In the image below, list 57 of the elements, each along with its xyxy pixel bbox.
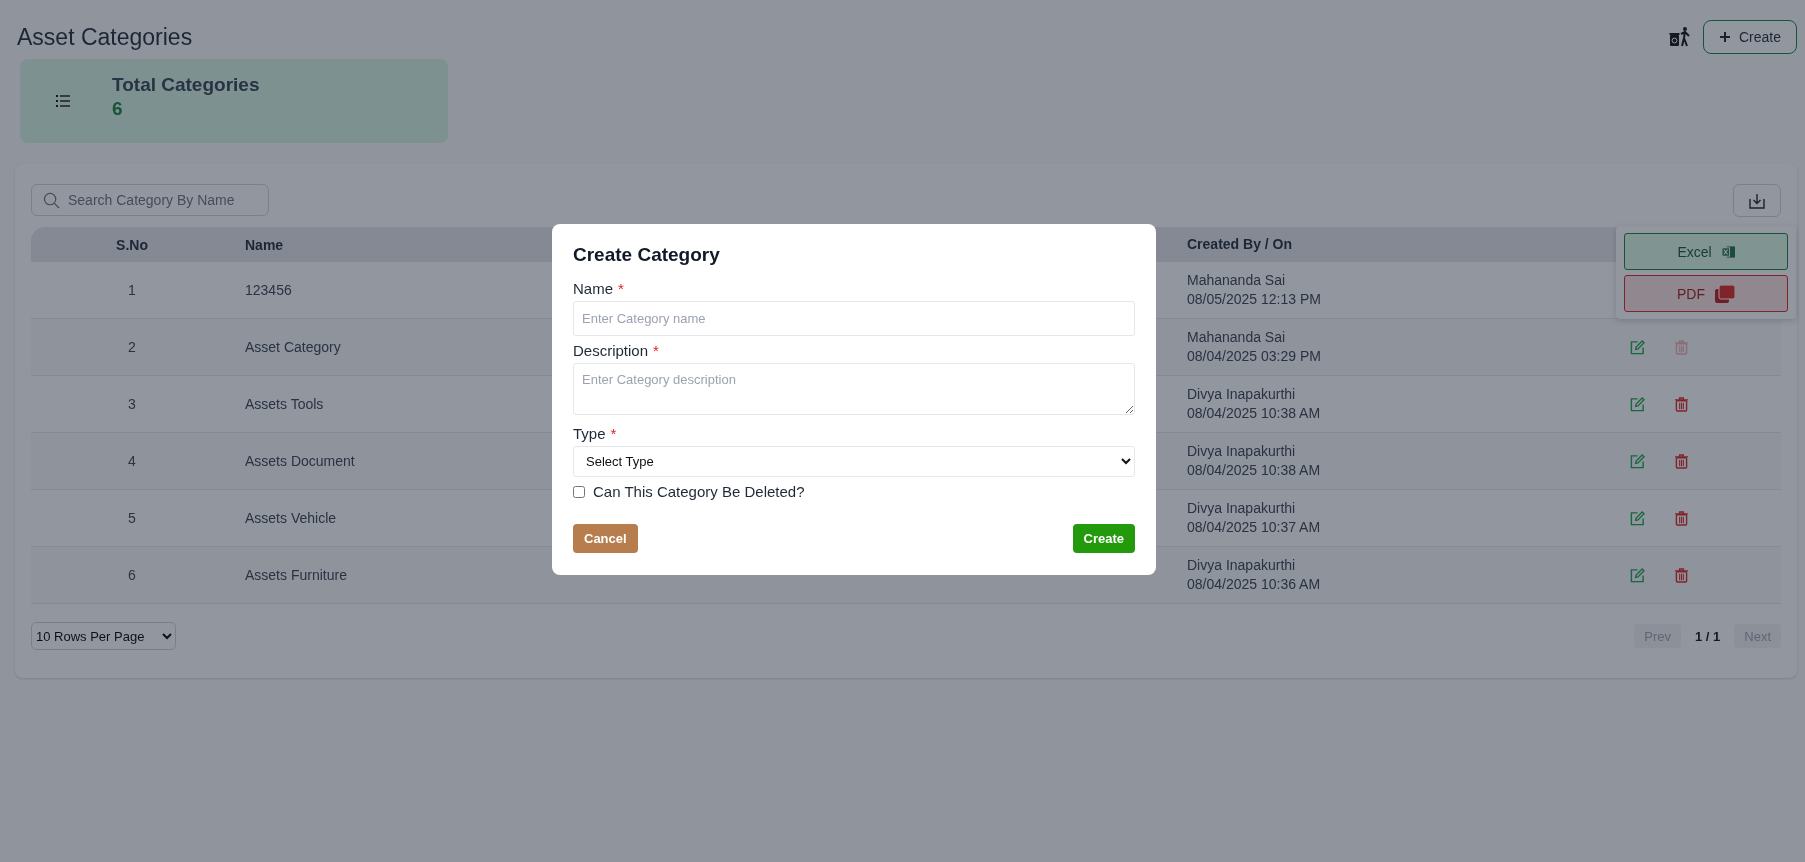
name-input[interactable]: Enter Category name [573,301,1135,336]
edit-icon[interactable] [1630,453,1645,469]
field-label: Description [573,342,649,359]
column-header: Created By / On [1187,236,1293,252]
table-cell: 3 [31,375,233,433]
summary-label: Total Categories [112,74,260,96]
table-cell: 2 [31,318,233,376]
created-date: 08/04/2025 10:36 AM [1187,575,1322,594]
created-date: 08/04/2025 10:37 AM [1187,518,1322,537]
creator-name: Divya Inapakurthi [1187,385,1297,404]
table-cell: 4 [31,432,233,490]
search-field[interactable]: Search Category By Name [31,184,269,216]
type-select[interactable]: Select Type [573,446,1135,477]
creator-name: Mahananda Sai [1187,271,1287,290]
delete-icon[interactable] [1675,396,1688,412]
excel-export-button[interactable]: Excel [1624,233,1788,270]
page-title: Asset Categories [17,24,193,51]
creator-name: Divya Inapakurthi [1187,556,1297,575]
edit-icon[interactable] [1630,396,1645,412]
created-date: 08/04/2025 10:38 AM [1187,404,1322,423]
column-header: S.No [116,236,148,253]
required-mark: * [618,280,624,297]
search-icon [43,192,60,209]
column-header: Name [245,236,284,253]
edit-icon[interactable] [1630,510,1645,526]
table-cell: 1 [31,262,233,319]
pdf-export-button[interactable]: PDF [1624,275,1788,312]
create-button[interactable]: Create [1702,20,1797,54]
delete-icon[interactable] [1675,567,1688,583]
field-label: Name [573,280,613,297]
download-icon [1749,192,1765,209]
description-input[interactable]: Enter Category description [573,363,1135,415]
created-date: 08/04/2025 10:38 AM [1187,461,1322,480]
table-cell: 6 [31,546,233,604]
download-button[interactable] [1733,184,1781,217]
plus-icon [1718,31,1731,43]
deletable-checkbox[interactable] [573,485,585,498]
creator-name: Mahananda Sai [1187,328,1287,347]
delete-icon[interactable] [1675,510,1688,526]
page-indicator: 1 / 1 [1694,628,1721,644]
created-date: 08/05/2025 12:13 PM [1187,290,1322,309]
required-mark: * [653,342,659,359]
rows-per-page-select[interactable]: 10 Rows Per Page [31,622,176,650]
created-date: 08/04/2025 03:29 PM [1187,347,1322,366]
creator-name: Divya Inapakurthi [1187,499,1297,518]
delete-icon[interactable] [1675,453,1688,469]
summary-value: 6 [112,98,124,120]
edit-icon[interactable] [1630,339,1645,355]
table-cell: 5 [31,489,233,547]
cancel-button[interactable]: Cancel [573,524,638,553]
recycle-bin-person-icon[interactable] [1668,26,1691,48]
spreadsheet-file-icon [1721,244,1735,259]
creator-name: Divya Inapakurthi [1187,442,1297,461]
edit-icon[interactable] [1630,567,1645,583]
submit-create-button[interactable]: Create [1072,524,1135,553]
pdf-file-icon [1715,284,1735,303]
list-icon [56,95,70,107]
